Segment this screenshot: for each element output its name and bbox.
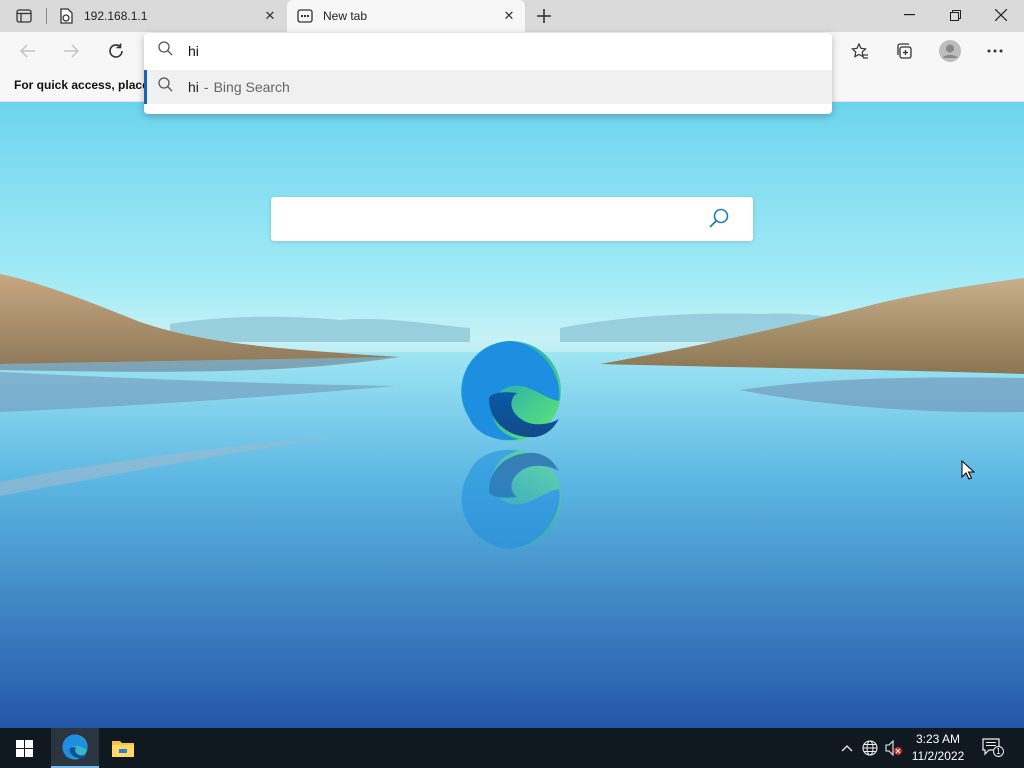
page-search-box[interactable] [271,197,753,241]
suggestion-query: hi [188,79,199,95]
edge-logo-reflection [461,449,561,549]
address-bar [144,33,832,69]
refresh-icon[interactable] [101,37,131,65]
favorites-bar-hint: For quick access, place y [14,78,159,92]
volume-muted-icon[interactable] [885,740,903,756]
chevron-up-icon[interactable] [838,740,856,756]
search-icon[interactable] [707,207,731,231]
notification-count-badge: 1 [993,746,1004,757]
clock-time: 3:23 AM [915,732,961,746]
tab-actions-icon[interactable] [10,4,38,28]
address-bar-dropdown: hi - Bing Search [144,33,832,114]
new-tab-page [0,102,1024,728]
close-tab-icon[interactable]: ✕ [499,6,519,26]
tab-strip: 192.168.1.1 ✕ New tab ✕ [0,0,1024,32]
address-input[interactable] [188,43,788,59]
more-menu-icon[interactable] [980,37,1010,65]
back-arrow-icon[interactable] [13,37,43,65]
favorites-icon[interactable] [845,37,875,65]
search-icon [158,77,174,97]
clock-date: 11/2/2022 [911,749,965,763]
restore-icon[interactable] [932,0,978,30]
search-suggestion[interactable]: hi - Bing Search [144,70,832,104]
close-window-icon[interactable] [978,0,1024,30]
file-explorer-icon[interactable] [99,728,147,768]
file-page-icon [58,8,74,24]
action-center-icon[interactable]: 1 [982,738,1004,758]
new-tab-plus-icon[interactable] [530,4,558,28]
system-clock[interactable]: 3:23 AM 11/2/2022 [906,731,970,765]
tab-title: 192.168.1.1 [84,9,148,23]
mouse-cursor-icon [961,460,975,480]
suggestion-separator: - [203,79,209,95]
edge-logo [461,341,561,441]
collections-icon[interactable] [889,37,919,65]
taskbar: 3:23 AM 11/2/2022 1 [0,728,1024,768]
close-tab-icon[interactable]: ✕ [260,6,280,26]
tab-title: New tab [323,9,368,23]
tab-separator [46,8,47,24]
suggestion-engine: Bing Search [213,79,290,95]
tab-new-tab[interactable]: New tab ✕ [287,0,525,32]
page-search-input[interactable] [285,209,685,225]
windows-start-icon[interactable] [0,728,48,768]
new-tab-page-icon [297,8,313,24]
profile-avatar-icon[interactable] [935,37,965,65]
forward-arrow-icon[interactable] [56,37,86,65]
network-globe-icon[interactable] [861,740,879,756]
minimize-icon[interactable] [886,0,932,30]
search-icon [158,41,174,61]
tab-192-168-1-1[interactable]: 192.168.1.1 ✕ [48,0,286,32]
taskbar-edge-icon[interactable] [51,728,99,768]
